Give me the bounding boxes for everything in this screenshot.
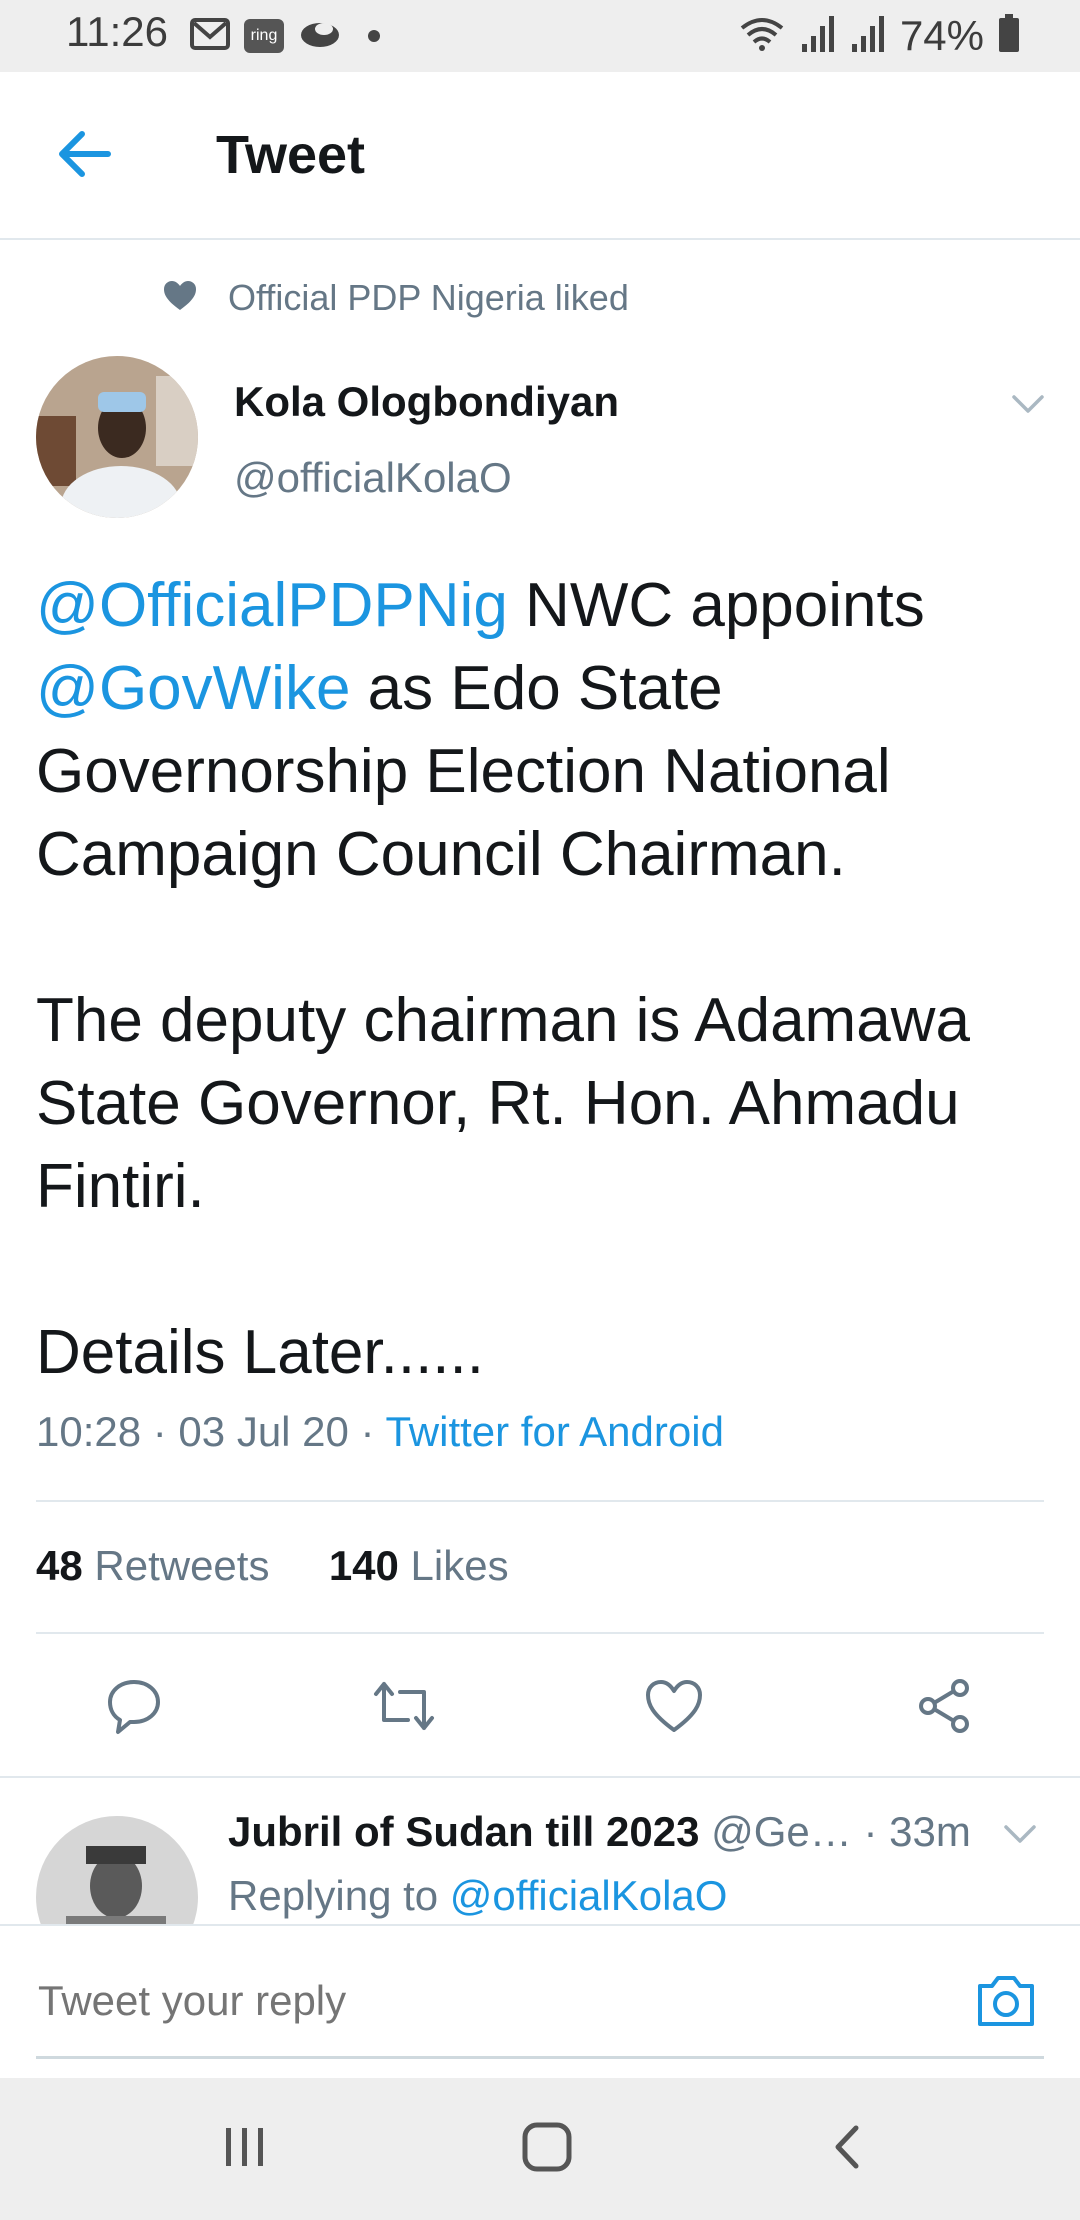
battery-icon (998, 13, 1020, 59)
heart-filled-icon (162, 280, 198, 317)
reply-input-underline (36, 2056, 1044, 2059)
author-handle[interactable]: @officialKolaO (234, 454, 512, 502)
reply-input[interactable] (36, 1976, 940, 2026)
page-title: Tweet (216, 125, 366, 185)
social-context-text: Official PDP Nigeria liked (228, 277, 629, 318)
tweet-paragraph-2: The deputy chairman is Adamawa State Gov… (36, 986, 970, 1221)
reply-compose-bar (0, 1924, 1080, 2080)
home-icon (520, 2120, 574, 2179)
tweet-text-segment: NWC appoints (507, 571, 925, 640)
back-button[interactable] (52, 122, 116, 186)
chevron-left-icon (824, 2122, 874, 2177)
tweet-options-button[interactable] (1008, 384, 1048, 424)
tweet-paragraph-1: @OfficialPDPNig NWC appoints @GovWike as… (36, 564, 1046, 896)
ring-icon-label: ring (250, 27, 278, 44)
camera-button[interactable] (974, 1970, 1038, 2034)
author-avatar[interactable] (36, 356, 198, 518)
cloud-icon (298, 17, 342, 56)
tweet-paragraph-3: Details Later...... (36, 1318, 484, 1387)
author-name[interactable]: Kola Ologbondiyan (234, 378, 619, 426)
divider (36, 1500, 1044, 1502)
system-nav-bar (0, 2078, 1080, 2220)
retweets-stat[interactable]: 48 Retweets (36, 1542, 269, 1589)
recent-apps-button[interactable] (208, 2112, 282, 2186)
replying-to: Replying to @officialKolaO (228, 1872, 727, 1920)
status-time: 11:26 (66, 8, 168, 55)
chevron-down-icon (1000, 1825, 1040, 1858)
tweet-timestamp: 10:28 · 03 Jul 20 · (36, 1408, 386, 1455)
home-button[interactable] (510, 2112, 584, 2186)
likes-count: 140 (328, 1542, 399, 1589)
mention-link[interactable]: @GovWike (36, 654, 350, 723)
recents-icon (220, 2122, 270, 2177)
tweet-actions (0, 1670, 1080, 1746)
battery-percent: 74% (899, 12, 984, 59)
tweet-source-link[interactable]: Twitter for Android (385, 1408, 723, 1455)
top-app-bar: Tweet (0, 72, 1080, 240)
chevron-down-icon (1008, 395, 1048, 428)
status-system-icons: 74% (738, 8, 1020, 64)
share-icon (914, 1676, 974, 1741)
signal-r-icon (850, 14, 886, 59)
reply-author-handle[interactable]: @Ge… (699, 1808, 852, 1855)
social-context: Official PDP Nigeria liked (162, 276, 629, 320)
likes-label: Likes (398, 1542, 509, 1589)
tweet-text: @OfficialPDPNig NWC appoints @GovWike as… (36, 564, 1046, 1394)
replying-to-prefix: Replying to (228, 1872, 450, 1919)
mention-link[interactable]: @OfficialPDPNig (36, 571, 508, 640)
share-button[interactable] (906, 1670, 982, 1746)
status-bar: 11:26 ring 74% (0, 0, 1080, 72)
reply-button[interactable] (96, 1670, 172, 1746)
divider (0, 1776, 1080, 1778)
reply-header: Jubril of Sudan till 2023 @Ge… · 33m (228, 1808, 971, 1856)
like-button[interactable] (636, 1670, 712, 1746)
back-nav-button[interactable] (812, 2112, 886, 2186)
retweet-icon (372, 1676, 436, 1741)
reply-timestamp: · 33m (851, 1808, 971, 1855)
divider (36, 1632, 1044, 1634)
replying-to-mention[interactable]: @officialKolaO (450, 1872, 728, 1919)
status-notification-icons: ring (190, 14, 380, 58)
retweets-label: Retweets (82, 1542, 270, 1589)
tweet-meta: 10:28 · 03 Jul 20 · Twitter for Android (36, 1408, 724, 1456)
arrow-left-icon (52, 131, 116, 190)
reply-options-button[interactable] (1000, 1814, 1040, 1854)
camera-icon (974, 1976, 1038, 2034)
retweets-count: 48 (36, 1542, 83, 1589)
ring-icon: ring (244, 19, 284, 53)
comment-icon (104, 1676, 164, 1741)
gmail-icon (190, 17, 230, 56)
dot-icon (368, 30, 380, 42)
tweet-stats: 48 Retweets 140 Likes (36, 1542, 509, 1590)
wifi-icon (738, 14, 786, 59)
reply-author-name[interactable]: Jubril of Sudan till 2023 (228, 1808, 699, 1855)
retweet-button[interactable] (366, 1670, 442, 1746)
signal-icon (800, 14, 836, 59)
heart-icon (644, 1678, 704, 1739)
likes-stat[interactable]: 140 Likes (329, 1542, 509, 1589)
